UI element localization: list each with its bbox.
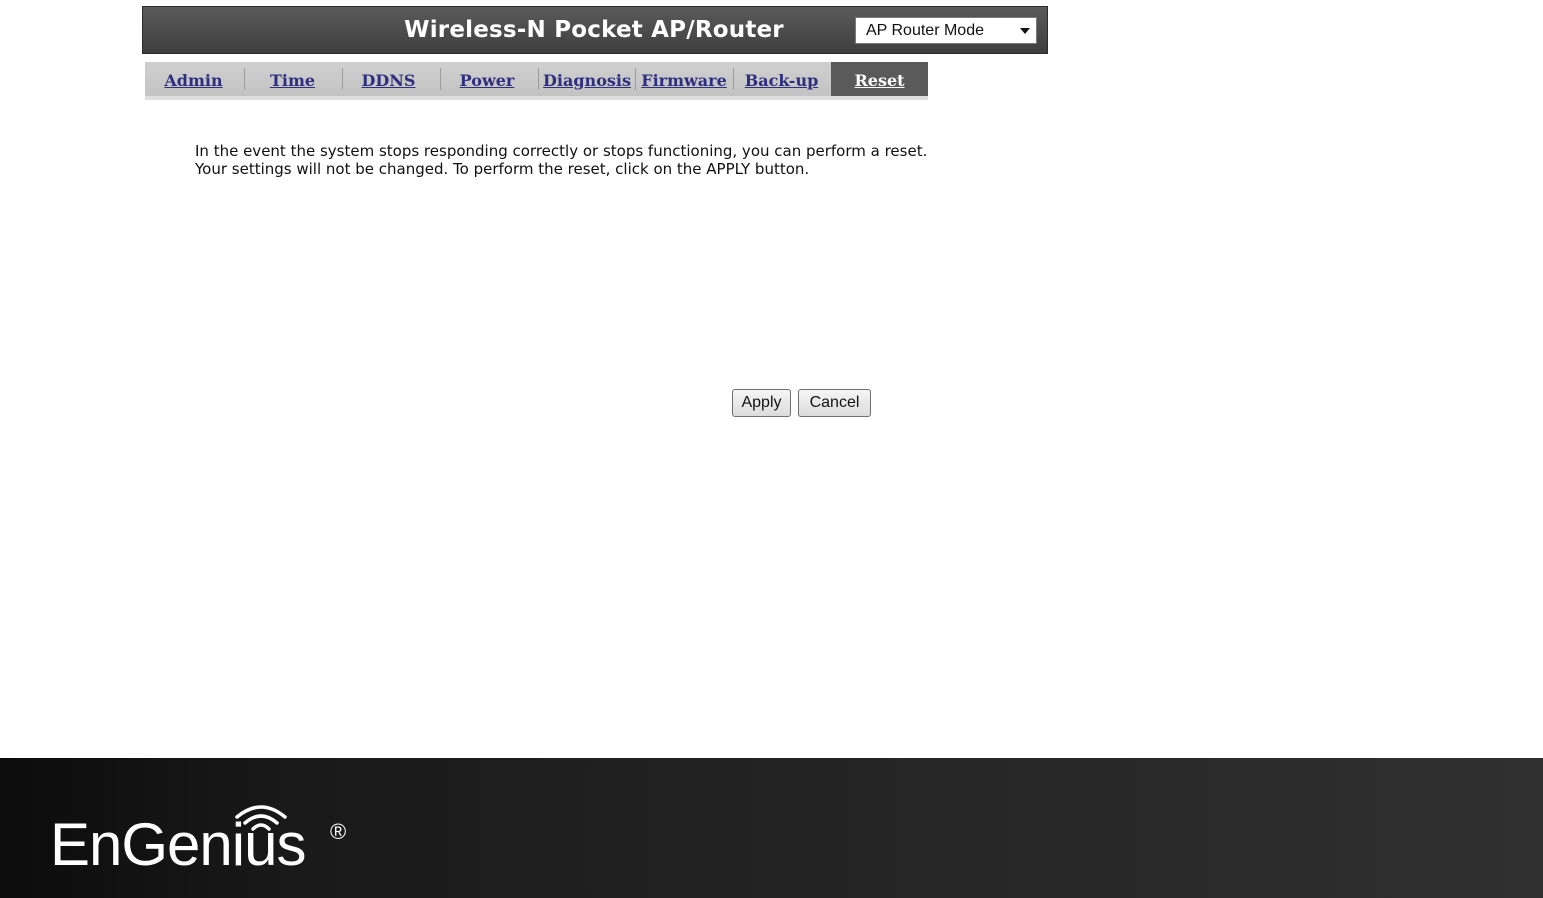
chevron-down-icon [1020, 28, 1030, 34]
tab-reset[interactable]: Reset [831, 62, 928, 96]
tab-time[interactable]: Time [245, 62, 340, 96]
footer-banner: EnGenius ® [0, 758, 1543, 898]
apply-button[interactable]: Apply [732, 389, 791, 417]
tab-backup[interactable]: Back-up [734, 62, 829, 96]
tab-bar: Admin Time DDNS Power Diagnosis Firmware… [145, 62, 928, 100]
description-line-2: Your settings will not be changed. To pe… [195, 160, 810, 178]
tab-power[interactable]: Power [441, 62, 533, 96]
description-line-1: In the event the system stops responding… [195, 142, 928, 160]
cancel-button[interactable]: Cancel [798, 389, 871, 417]
page: Wireless-N Pocket AP/Router AP Router Mo… [0, 0, 1543, 898]
registered-mark: ® [330, 819, 347, 844]
mode-select[interactable]: AP Router Mode [855, 17, 1037, 44]
tab-admin[interactable]: Admin [145, 62, 242, 96]
wifi-icon [235, 805, 287, 831]
tab-diagnosis[interactable]: Diagnosis [539, 62, 635, 96]
tab-firmware[interactable]: Firmware [636, 62, 732, 96]
engenius-logo: EnGenius ® [50, 798, 370, 878]
tab-ddns[interactable]: DDNS [343, 62, 434, 96]
header-bar: Wireless-N Pocket AP/Router AP Router Mo… [142, 6, 1048, 54]
mode-select-value: AP Router Mode [866, 22, 984, 39]
page-title: Wireless-N Pocket AP/Router [404, 17, 784, 43]
reset-description: In the event the system stops responding… [195, 142, 1055, 178]
